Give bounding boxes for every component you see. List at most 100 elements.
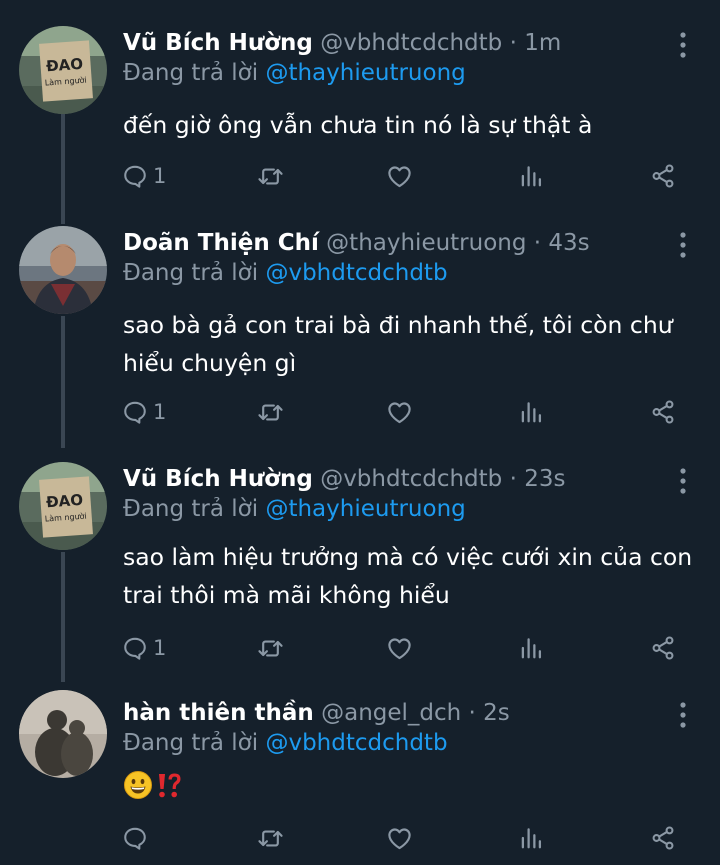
reply-button[interactable]: 1 bbox=[122, 156, 166, 196]
tweet-header: Vũ Bích Hường @vbhdtcdchdtb · 1m bbox=[123, 26, 561, 60]
retweet-icon bbox=[257, 825, 284, 852]
separator-dot: · bbox=[509, 466, 517, 492]
reply-button[interactable]: 1 bbox=[122, 392, 166, 432]
reply-count: 1 bbox=[153, 400, 167, 424]
share-icon bbox=[650, 635, 676, 661]
author-name[interactable]: Vũ Bích Hường bbox=[123, 466, 313, 492]
author-name[interactable]: hàn thiên thần bbox=[123, 700, 314, 726]
author-handle[interactable]: @angel_dch bbox=[321, 700, 461, 726]
replying-to: Đang trả lời @thayhieutruong bbox=[123, 56, 466, 90]
heart-icon bbox=[386, 635, 413, 662]
retweet-button[interactable] bbox=[257, 628, 284, 668]
avatar-image bbox=[19, 226, 107, 314]
analytics-button[interactable] bbox=[518, 392, 544, 432]
action-bar: 1 bbox=[112, 156, 702, 196]
tweet[interactable]: Doãn Thiện Chí @thayhieutruong · 43s Đan… bbox=[0, 226, 720, 446]
replying-to: Đang trả lời @vbhdtcdchdtb bbox=[123, 256, 448, 290]
analytics-icon bbox=[518, 825, 544, 851]
replying-to: Đang trả lời @vbhdtcdchdtb bbox=[123, 726, 448, 760]
share-icon bbox=[650, 825, 676, 851]
reply-icon bbox=[122, 163, 148, 189]
more-options-icon[interactable] bbox=[672, 700, 694, 730]
like-button[interactable] bbox=[386, 818, 413, 858]
avatar[interactable] bbox=[19, 226, 107, 314]
reply-icon bbox=[122, 399, 148, 425]
avatar-image: ĐAO Làm người bbox=[19, 26, 107, 114]
separator-dot: · bbox=[509, 30, 517, 56]
timestamp[interactable]: 2s bbox=[483, 700, 510, 726]
reply-button[interactable] bbox=[122, 818, 148, 858]
tweet-text: sao bà gả con trai bà đi nhanh thế, tôi … bbox=[123, 311, 673, 377]
retweet-icon bbox=[257, 635, 284, 662]
share-icon bbox=[650, 163, 676, 189]
avatar[interactable]: ĐAO Làm người bbox=[19, 462, 107, 550]
separator-dot: · bbox=[533, 230, 542, 256]
analytics-icon bbox=[518, 163, 544, 189]
tweet[interactable]: ĐAO Làm người Vũ Bích Hường @vbhdtcdchdt… bbox=[0, 26, 720, 216]
heart-icon bbox=[386, 825, 413, 852]
author-name[interactable]: Doãn Thiện Chí bbox=[123, 230, 319, 256]
analytics-icon bbox=[518, 399, 544, 425]
retweet-icon bbox=[257, 399, 284, 426]
replying-to: Đang trả lời @thayhieutruong bbox=[123, 492, 466, 526]
share-button[interactable] bbox=[650, 818, 676, 858]
author-handle[interactable]: @vbhdtcdchdtb bbox=[320, 30, 502, 56]
reply-icon bbox=[122, 825, 148, 851]
tweet-text: đến giờ ông vẫn chưa tin nó là sự thật à bbox=[123, 111, 593, 139]
mention-link[interactable]: @vbhdtcdchdtb bbox=[265, 730, 447, 756]
avatar-sign-line1: ĐAO bbox=[46, 55, 84, 76]
timestamp[interactable]: 23s bbox=[524, 466, 565, 492]
reply-button[interactable]: 1 bbox=[122, 628, 166, 668]
avatar-image bbox=[19, 690, 107, 778]
more-options-icon[interactable] bbox=[672, 30, 694, 60]
tweet-text: sao làm hiệu trưởng mà có việc cưới xin … bbox=[123, 543, 693, 609]
avatar[interactable]: ĐAO Làm người bbox=[19, 26, 107, 114]
share-icon bbox=[650, 399, 676, 425]
avatar[interactable] bbox=[19, 690, 107, 778]
tweet-header: hàn thiên thần @angel_dch · 2s bbox=[123, 696, 510, 730]
avatar-sign-line1: ĐAO bbox=[46, 491, 84, 512]
tweet[interactable]: hàn thiên thần @angel_dch · 2s Đang trả … bbox=[0, 690, 720, 865]
replying-label: Đang trả lời bbox=[123, 60, 259, 86]
more-options-icon[interactable] bbox=[672, 466, 694, 496]
author-name[interactable]: Vũ Bích Hường bbox=[123, 30, 313, 56]
timestamp[interactable]: 43s bbox=[548, 230, 589, 256]
analytics-button[interactable] bbox=[518, 818, 544, 858]
timestamp[interactable]: 1m bbox=[524, 30, 561, 56]
author-handle[interactable]: @thayhieutruong bbox=[326, 230, 526, 256]
action-bar bbox=[112, 818, 702, 858]
share-button[interactable] bbox=[650, 156, 676, 196]
tweet[interactable]: ĐAO Làm người Vũ Bích Hường @vbhdtcdchdt… bbox=[0, 462, 720, 682]
retweet-icon bbox=[257, 163, 284, 190]
separator-dot: · bbox=[468, 700, 476, 726]
analytics-icon bbox=[518, 635, 544, 661]
analytics-button[interactable] bbox=[518, 156, 544, 196]
like-button[interactable] bbox=[386, 628, 413, 668]
retweet-button[interactable] bbox=[257, 156, 284, 196]
replying-label: Đang trả lời bbox=[123, 496, 259, 522]
exclamation-question-mark-icon bbox=[159, 773, 181, 798]
mention-link[interactable]: @thayhieutruong bbox=[265, 496, 465, 522]
share-button[interactable] bbox=[650, 628, 676, 668]
like-button[interactable] bbox=[386, 156, 413, 196]
mention-link[interactable]: @vbhdtcdchdtb bbox=[265, 260, 447, 286]
retweet-button[interactable] bbox=[257, 392, 284, 432]
action-bar: 1 bbox=[112, 628, 702, 668]
retweet-button[interactable] bbox=[257, 818, 284, 858]
reply-count: 1 bbox=[153, 164, 167, 188]
tweet-emojis bbox=[123, 770, 183, 800]
action-bar: 1 bbox=[112, 392, 702, 432]
author-handle[interactable]: @vbhdtcdchdtb bbox=[320, 466, 502, 492]
tweet-header: Doãn Thiện Chí @thayhieutruong · 43s bbox=[123, 226, 590, 260]
more-options-icon[interactable] bbox=[672, 230, 694, 260]
avatar-image: ĐAO Làm người bbox=[19, 462, 107, 550]
heart-icon bbox=[386, 163, 413, 190]
grinning-face-icon bbox=[124, 771, 152, 799]
reply-icon bbox=[122, 635, 148, 661]
reply-count: 1 bbox=[153, 636, 167, 660]
replying-label: Đang trả lời bbox=[123, 260, 259, 286]
share-button[interactable] bbox=[650, 392, 676, 432]
mention-link[interactable]: @thayhieutruong bbox=[265, 60, 465, 86]
analytics-button[interactable] bbox=[518, 628, 544, 668]
like-button[interactable] bbox=[386, 392, 413, 432]
